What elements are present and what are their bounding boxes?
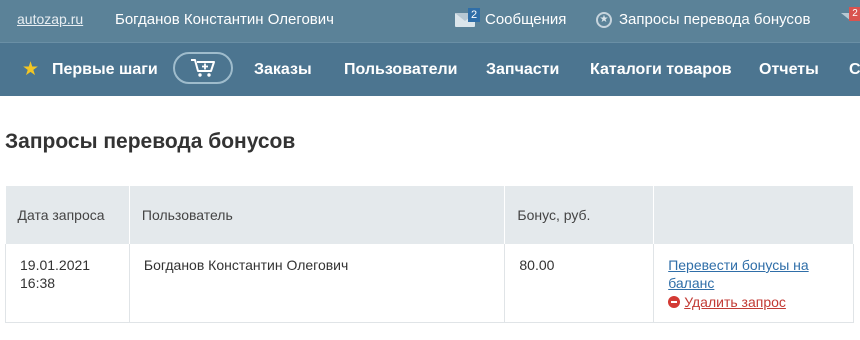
table-row: 19.01.2021 16:38 Богданов Константин Оле… — [5, 244, 854, 323]
bonus-requests-link[interactable]: ★ Запросы перевода бонусов — [596, 11, 810, 28]
delete-request-link[interactable]: Удалить запрос — [684, 293, 786, 311]
cell-user: Богданов Константин Олегович — [129, 244, 506, 323]
top-bar: autozap.ru Богданов Константин Олегович … — [0, 0, 860, 42]
cell-actions: Перевести бонусы на баланс Удалить запро… — [653, 244, 854, 323]
envelope-icon: 2 — [455, 7, 480, 27]
col-header-date[interactable]: Дата запроса — [5, 186, 130, 244]
nav-catalogs[interactable]: Каталоги товаров — [590, 61, 732, 79]
request-date: 19.01.2021 — [20, 257, 91, 273]
star-circle-icon: ★ — [596, 11, 612, 28]
nav-users[interactable]: Пользователи — [344, 61, 457, 79]
delete-icon — [668, 296, 681, 308]
col-header-bonus[interactable]: Бонус, руб. — [504, 186, 655, 244]
table-header-row: Дата запроса Пользователь Бонус, руб. — [5, 186, 854, 244]
cell-bonus: 80.00 — [504, 244, 655, 323]
delete-request[interactable]: Удалить запрос — [668, 293, 853, 311]
cell-date: 19.01.2021 16:38 — [5, 244, 130, 323]
main-nav: ★ Первые шаги Заказы Пользователи Запчас… — [0, 42, 860, 96]
page-title: Запросы перевода бонусов — [5, 130, 296, 153]
user-name[interactable]: Богданов Константин Олегович — [115, 11, 334, 28]
site-link[interactable]: autozap.ru — [17, 11, 83, 27]
messages-label: Сообщения — [485, 11, 567, 28]
nav-parts[interactable]: Запчасти — [486, 61, 559, 79]
bonus-requests-label: Запросы перевода бонусов — [619, 11, 811, 28]
transfer-bonus-link[interactable]: Перевести бонусы на баланс — [668, 256, 853, 292]
requests-table: Дата запроса Пользователь Бонус, руб. 19… — [5, 186, 854, 323]
nav-more[interactable]: С — [849, 61, 860, 79]
request-time: 16:38 — [20, 275, 56, 291]
col-header-user[interactable]: Пользователь — [129, 186, 506, 244]
col-header-actions — [653, 186, 854, 244]
messages-link[interactable]: 2 Сообщения — [455, 7, 567, 28]
nav-first-steps[interactable]: Первые шаги — [52, 61, 158, 79]
mail-badge: 2 — [849, 7, 860, 21]
nav-reports[interactable]: Отчеты — [759, 61, 819, 79]
cart-button[interactable] — [173, 52, 233, 84]
nav-orders[interactable]: Заказы — [254, 61, 312, 79]
cart-plus-icon — [191, 59, 215, 77]
messages-count-badge: 2 — [468, 7, 480, 22]
star-icon: ★ — [22, 59, 40, 80]
